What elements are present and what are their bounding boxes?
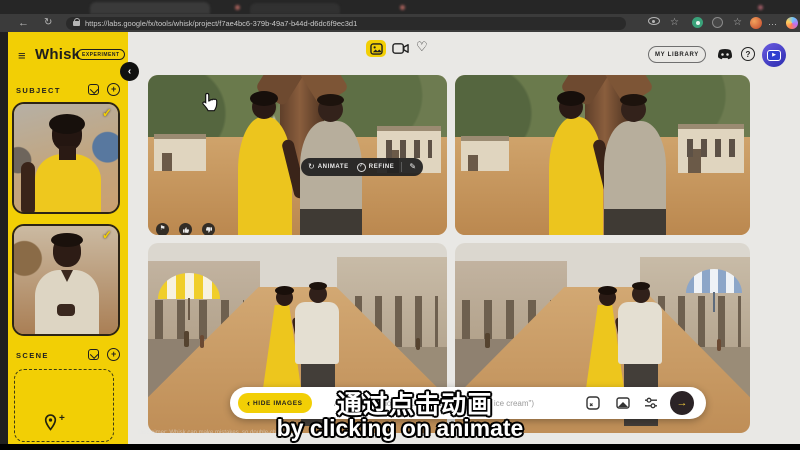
tree-scene xyxy=(148,75,447,235)
lock-icon xyxy=(73,21,80,26)
tab-favicon xyxy=(235,5,240,10)
reader-eye-icon[interactable] xyxy=(648,17,660,25)
whisk-sidebar: ≡ Whisk EXPERIMENT SUBJECT + ✓ ✓ SCENE +… xyxy=(8,32,128,444)
edit-prompt-icon[interactable]: ✎ xyxy=(409,163,416,171)
add-scene-icon[interactable]: + xyxy=(107,348,120,361)
figure-top xyxy=(35,154,101,214)
clear-scene-icon[interactable] xyxy=(88,349,99,360)
generated-image-2[interactable] xyxy=(455,75,750,235)
woman-head xyxy=(559,95,583,119)
profile-avatar[interactable] xyxy=(750,17,762,29)
favorites-icon[interactable]: ☆ xyxy=(733,18,742,28)
thumbs-down-icon xyxy=(205,226,213,234)
add-subject-icon[interactable]: + xyxy=(107,83,120,96)
extension-icon[interactable] xyxy=(692,17,703,28)
man-shirt xyxy=(604,121,666,235)
tree-scene xyxy=(455,75,750,235)
experiment-badge: EXPERIMENT xyxy=(77,49,125,60)
village-house xyxy=(461,141,509,171)
subject-thumb-woman xyxy=(14,104,118,212)
image-mode-button[interactable] xyxy=(366,40,386,57)
account-avatar[interactable]: ▶ xyxy=(762,43,786,67)
hand-cursor-icon xyxy=(200,92,220,115)
selected-check-icon: ✓ xyxy=(102,106,112,120)
tab-favicon xyxy=(758,5,763,10)
discord-icon[interactable] xyxy=(716,48,734,61)
man-head xyxy=(632,285,650,303)
app-title: Whisk xyxy=(35,46,80,63)
subject-card-woman[interactable]: ✓ xyxy=(12,102,120,214)
woman-head xyxy=(276,289,293,306)
man-shirt xyxy=(618,302,662,364)
woman-head xyxy=(252,95,276,119)
subject-card-man[interactable]: ✓ xyxy=(12,224,120,336)
man-head xyxy=(621,97,646,122)
collapse-sidebar-button[interactable]: ‹ xyxy=(120,62,139,81)
browser-nav-bar: ← ↻ https://labs.google/fx/tools/whisk/p… xyxy=(0,14,800,32)
thumbs-down-button[interactable] xyxy=(202,223,215,235)
menu-icon[interactable]: ≡ xyxy=(18,49,26,62)
thumbs-up-button[interactable] xyxy=(179,223,192,235)
man-head xyxy=(318,97,343,122)
letterbox-bar xyxy=(0,444,800,450)
window-edge xyxy=(0,32,8,444)
subject-thumb-man xyxy=(14,226,118,334)
refine-icon: ✓ xyxy=(357,163,366,172)
woman-head xyxy=(599,289,616,306)
copilot-icon[interactable] xyxy=(786,17,798,29)
subtitle-english: by clicking on animate xyxy=(0,415,800,442)
woman-yellow-top xyxy=(238,117,292,235)
subject-section-label: SUBJECT xyxy=(16,86,61,95)
figure-head xyxy=(53,236,81,267)
play-logo-icon: ▶ xyxy=(767,50,781,61)
village-house xyxy=(154,139,206,171)
toolbar-divider xyxy=(401,162,402,172)
animate-button[interactable]: ANIMATE xyxy=(318,164,349,170)
scene-section-label: SCENE xyxy=(16,351,49,360)
back-icon[interactable]: ← xyxy=(18,18,29,29)
man-head xyxy=(309,285,327,303)
help-button[interactable]: ? xyxy=(741,47,755,61)
browser-menu-icon[interactable]: ⋯ xyxy=(768,19,777,30)
extension-icon[interactable] xyxy=(712,17,723,28)
thumbs-up-icon xyxy=(182,226,190,234)
favorites-filter-button[interactable]: ♡ xyxy=(416,40,428,53)
generated-image-1[interactable]: ↻ ANIMATE ✓ REFINE ✎ ♡ ⋮ ⚑ xyxy=(148,75,447,235)
village-house xyxy=(678,129,744,173)
url-text: https://labs.google/fx/tools/whisk/proje… xyxy=(85,19,357,28)
woman-yellow-top xyxy=(549,117,603,235)
clear-subjects-icon[interactable] xyxy=(88,84,99,95)
bookmark-star-icon[interactable]: ☆ xyxy=(670,18,679,28)
refine-button[interactable]: REFINE xyxy=(369,164,395,170)
video-camera-icon xyxy=(392,42,409,55)
browser-tab[interactable] xyxy=(90,2,210,14)
man-shirt xyxy=(295,302,339,364)
tab-favicon xyxy=(400,5,405,10)
refresh-icon[interactable]: ↻ xyxy=(44,18,52,28)
image-icon xyxy=(370,43,383,55)
video-mode-button[interactable] xyxy=(392,42,409,60)
selected-check-icon: ✓ xyxy=(102,228,112,242)
man-shirt xyxy=(300,121,362,235)
plus-glyph: + xyxy=(111,350,116,359)
image-action-toolbar: ↻ ANIMATE ✓ REFINE ✎ xyxy=(301,158,423,176)
flag-button[interactable]: ⚑ xyxy=(156,223,169,235)
screenshot-stage: ← ↻ https://labs.google/fx/tools/whisk/p… xyxy=(0,0,800,450)
my-library-button[interactable]: MY LIBRARY xyxy=(648,46,706,63)
figure-shirt xyxy=(35,270,99,336)
browser-tab-strip xyxy=(0,0,800,14)
browser-tab[interactable] xyxy=(250,3,340,14)
address-bar[interactable]: https://labs.google/fx/tools/whisk/proje… xyxy=(66,17,626,30)
plus-glyph: + xyxy=(111,85,116,94)
animate-icon: ↻ xyxy=(308,163,315,171)
